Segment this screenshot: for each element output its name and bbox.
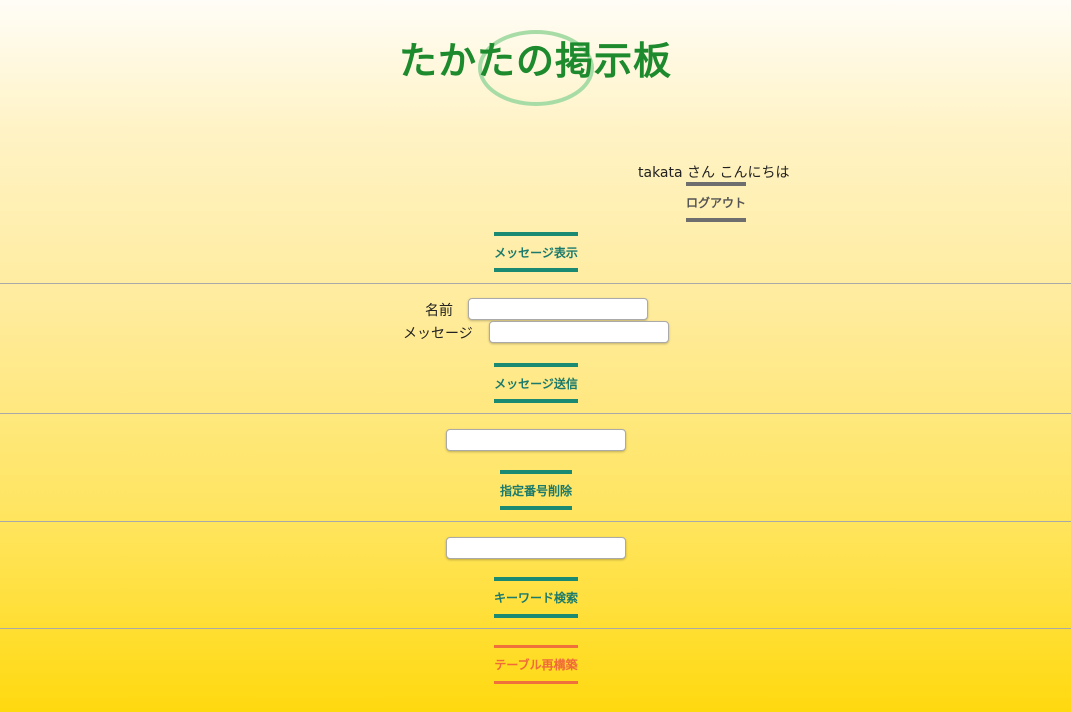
delete-by-number-button[interactable]: 指定番号削除: [500, 470, 572, 510]
message-input[interactable]: [489, 321, 669, 343]
message-label: メッセージ: [403, 326, 473, 342]
page-header: たかたの掲示板: [0, 24, 1071, 114]
page-title: たかたの掲示板: [398, 39, 672, 83]
section-divider: [0, 628, 1071, 629]
section-divider: [0, 521, 1071, 522]
show-messages-button[interactable]: メッセージ表示: [494, 232, 578, 272]
section-divider: [0, 283, 1071, 284]
section-divider: [0, 413, 1071, 414]
keyword-search-input[interactable]: [446, 537, 626, 559]
name-input[interactable]: [468, 298, 648, 320]
send-message-button[interactable]: メッセージ送信: [494, 363, 578, 403]
name-label: 名前: [425, 303, 453, 319]
greeting-text: takata さん こんにちは: [638, 165, 790, 181]
keyword-search-button[interactable]: キーワード検索: [494, 577, 578, 618]
rebuild-table-button[interactable]: テーブル再構築: [494, 645, 578, 684]
logout-button[interactable]: ログアウト: [686, 182, 746, 222]
delete-number-input[interactable]: [446, 429, 626, 451]
